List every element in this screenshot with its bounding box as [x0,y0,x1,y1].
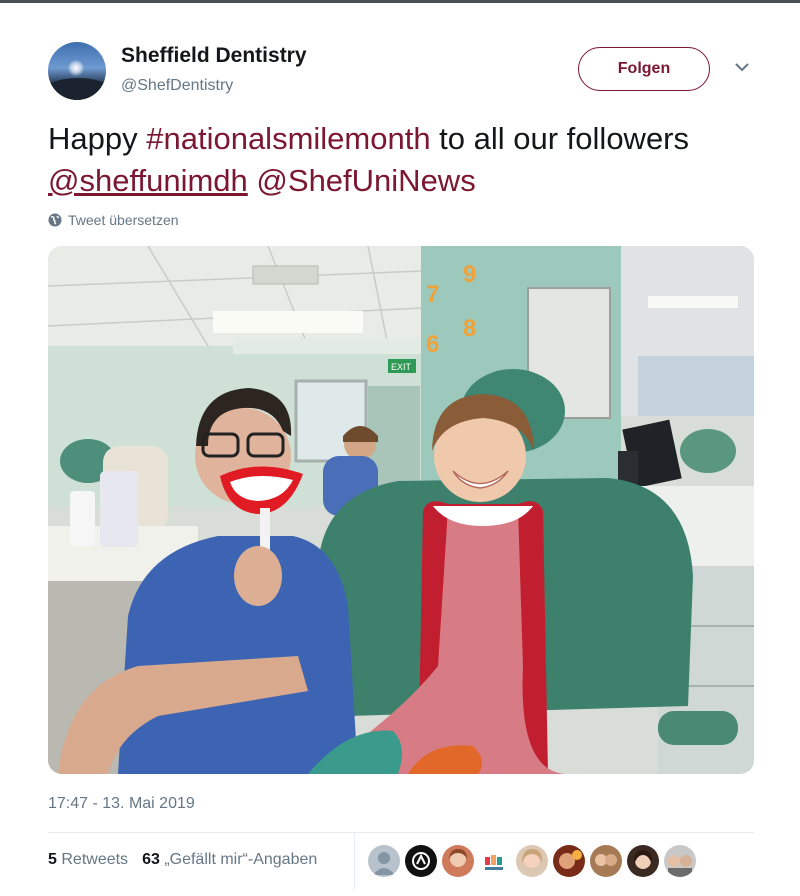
person-photo-icon [449,849,467,867]
liker-avatar[interactable] [516,845,548,877]
liker-avatar[interactable] [553,845,585,877]
room-number: 7 [426,281,439,308]
user-handle[interactable]: @ShefDentistry [121,77,233,95]
display-name[interactable]: Sheffield Dentistry [121,44,307,68]
liker-avatar[interactable] [405,845,437,877]
room-number: 9 [463,261,476,288]
liker-avatar[interactable] [368,845,400,877]
group-photo-icon [595,854,617,866]
engagement-stats: 5 Retweets 63 „Gefällt mir“-Angaben [48,851,317,869]
tweet-photo[interactable]: EXIT 7 9 6 8 [48,246,754,774]
globe-icon [48,213,62,227]
liker-avatar[interactable] [590,845,622,877]
group-photo-icon [668,855,692,877]
translate-tweet-link[interactable]: Tweet übersetzen [48,212,179,228]
person-photo-icon [633,850,653,869]
exit-sign: EXIT [391,362,412,372]
tweet-text: Happy #nationalsmilemonth to all our fol… [48,118,748,202]
room-number: 8 [463,315,476,342]
avatar-silhouette [48,78,106,100]
likes-stat[interactable]: 63 „Gefällt mir“-Angaben [142,851,317,869]
mention-link[interactable]: @ShefUniNews [256,163,475,198]
person-photo-icon [559,850,582,869]
hashtag-link[interactable]: #nationalsmilemonth [146,121,430,156]
liker-avatars [368,845,696,877]
person-photo-icon [522,849,543,868]
divider [48,832,754,833]
liker-avatar[interactable] [664,845,696,877]
avatar-light [68,60,84,76]
logo-icon [412,852,430,870]
follow-button[interactable]: Folgen [578,47,710,91]
window-top-border [0,0,800,3]
retweets-label: Retweets [61,851,129,868]
mention-link[interactable]: @sheffunimdh [48,163,248,198]
liker-avatar[interactable] [479,845,511,877]
retweets-stat[interactable]: 5 Retweets [48,851,128,869]
retweets-count: 5 [48,851,57,868]
chevron-down-icon[interactable] [735,62,749,72]
vertical-divider [354,833,355,890]
colorful-logo-icon [485,855,503,870]
translate-label: Tweet übersetzen [68,212,179,228]
room-number: 6 [426,331,439,358]
tweet-timestamp[interactable]: 17:47 - 13. Mai 2019 [48,795,195,813]
tweet-text-part: Happy [48,121,147,156]
default-user-icon [373,852,395,875]
likes-count: 63 [142,851,160,868]
tweet-text-part: to all our followers [430,121,690,156]
liker-avatar[interactable] [442,845,474,877]
profile-avatar[interactable] [48,42,106,100]
photo-scene: EXIT 7 9 6 8 [48,246,754,774]
likes-label: „Gefällt mir“-Angaben [164,851,318,868]
liker-avatar[interactable] [627,845,659,877]
